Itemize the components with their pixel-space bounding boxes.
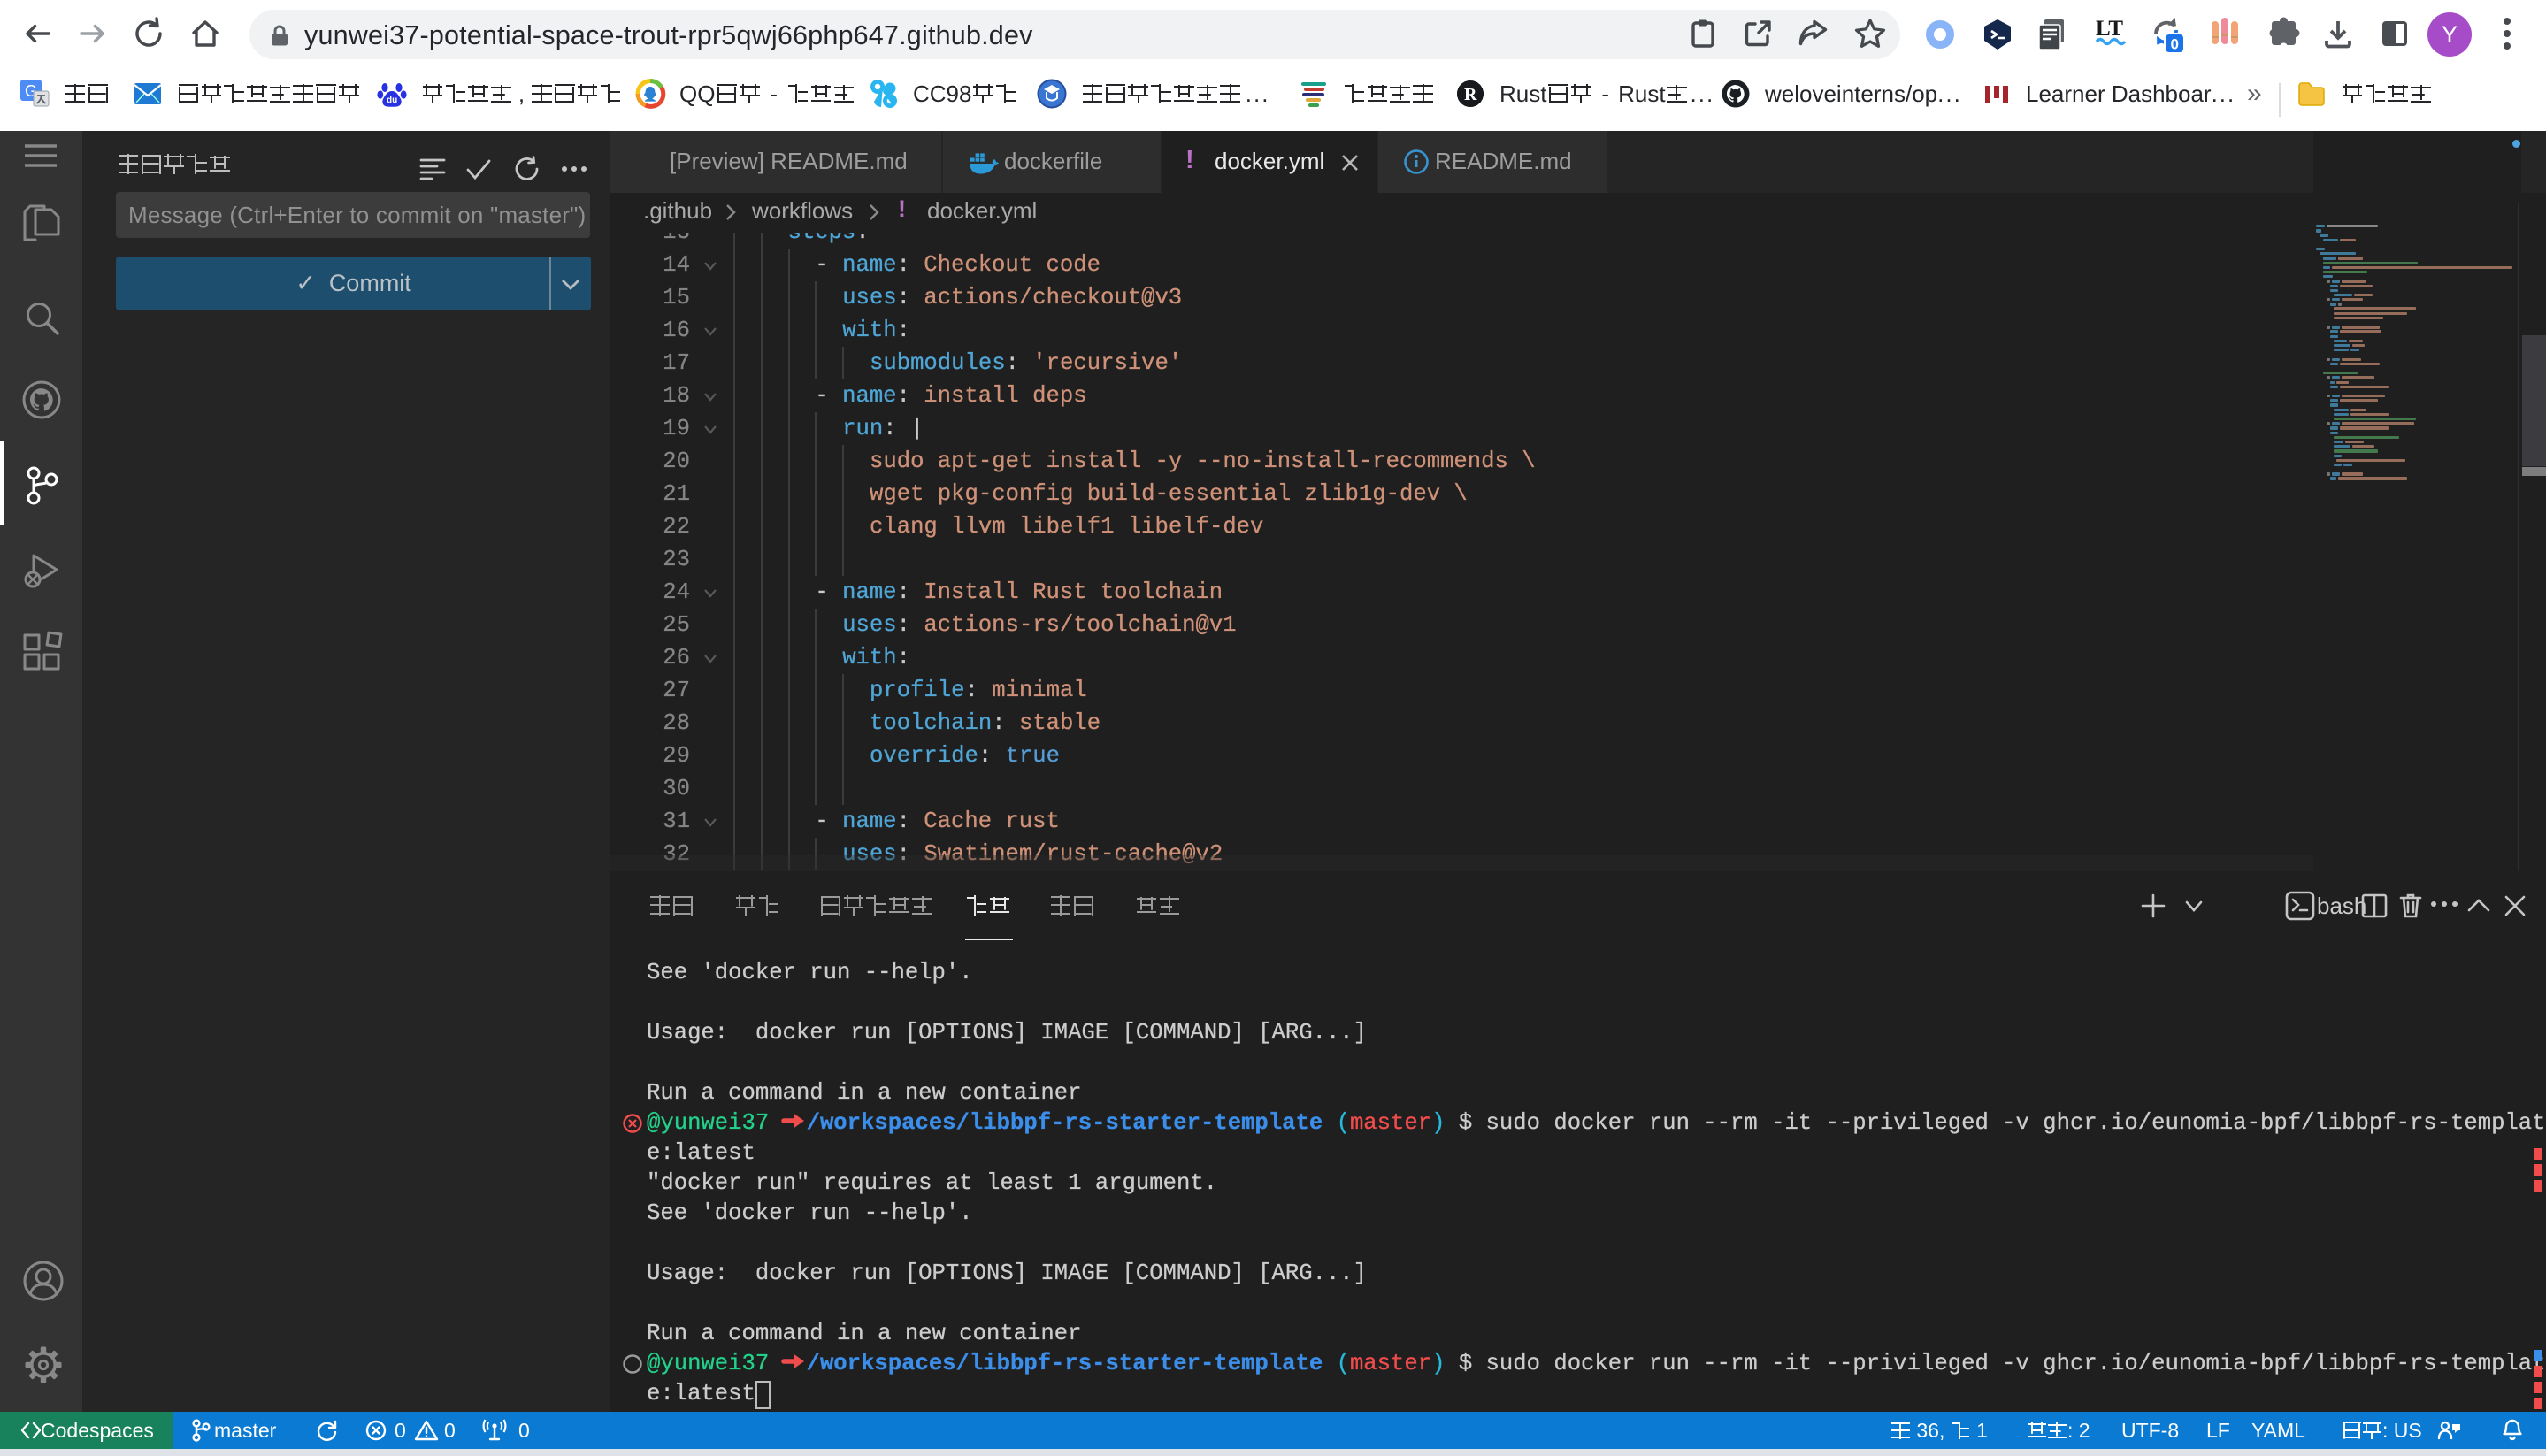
svg-text:0: 0 bbox=[2171, 36, 2179, 53]
svg-text:LT: LT bbox=[2096, 17, 2123, 41]
svg-text:R: R bbox=[1464, 85, 1477, 104]
svg-text:du: du bbox=[387, 96, 397, 105]
